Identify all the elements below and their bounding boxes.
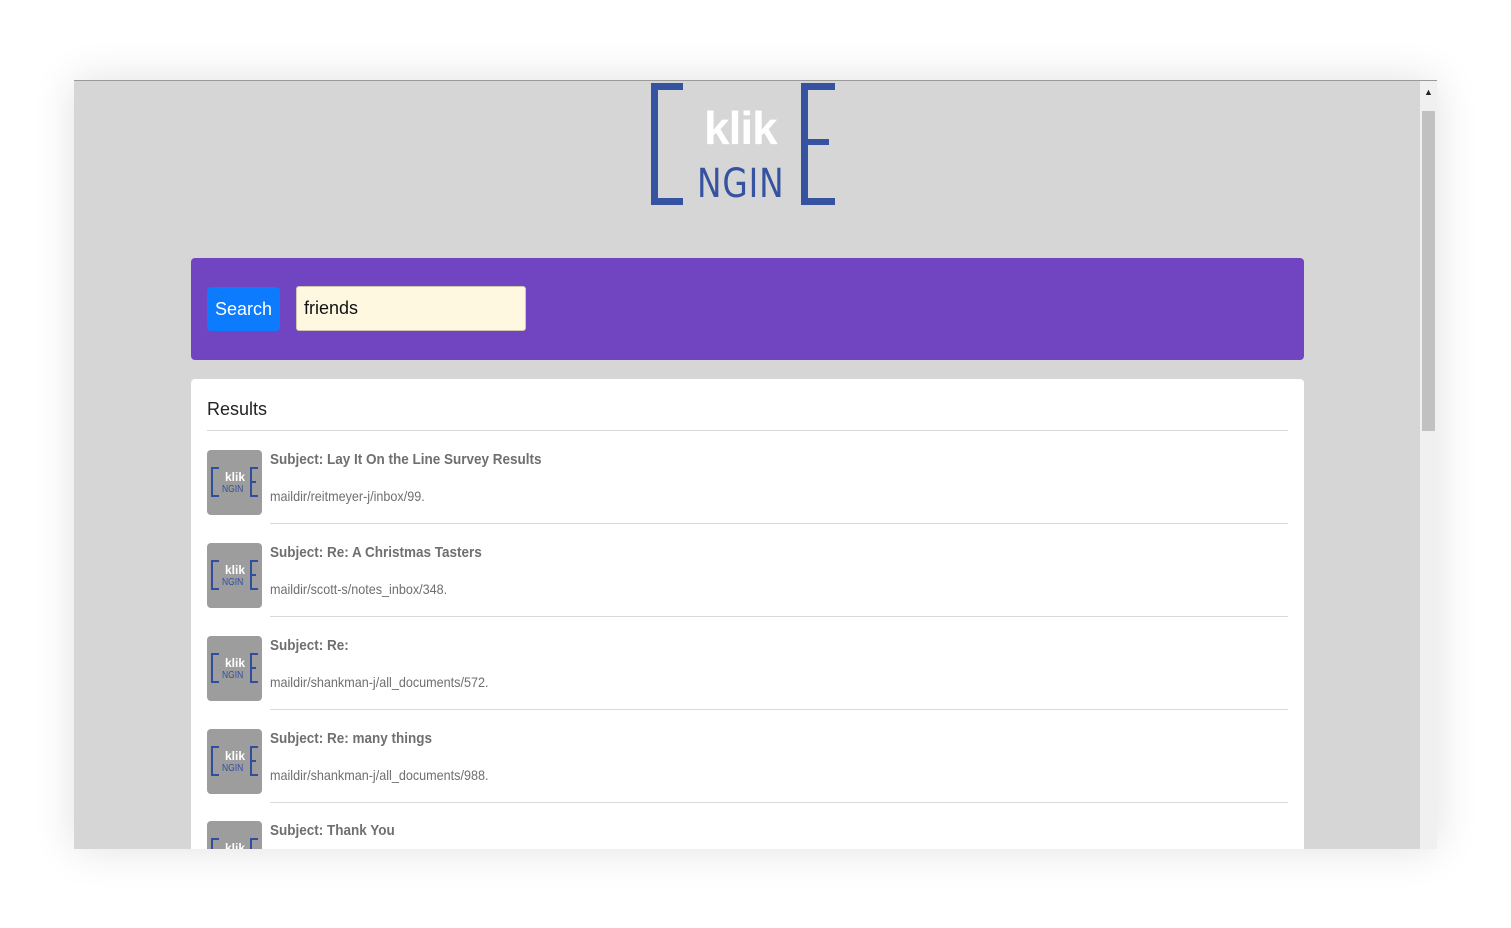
result-thumbnail-icon: klikNGIN — [207, 821, 262, 849]
logo-left-e-icon — [651, 83, 683, 205]
result-item[interactable]: klik NGIN Subject: Re: A Christmas Taster… — [207, 524, 1288, 617]
klik-engine-logo: klik NGIN — [651, 83, 841, 209]
result-path: maildir/reitmeyer-j/inbox/99. — [270, 488, 425, 504]
result-path: maildir/shankman-j/all_documents/988. — [270, 767, 489, 783]
browser-viewport: klik NGIN Search Results klikNGIN Subjec… — [74, 80, 1437, 849]
logo-right-e-icon — [801, 83, 835, 205]
search-input[interactable] — [296, 286, 526, 331]
result-subject[interactable]: Subject: Lay It On the Line Survey Resul… — [270, 451, 542, 468]
result-subject[interactable]: Subject: Re: many things — [270, 730, 432, 747]
search-panel: Search — [191, 258, 1304, 360]
result-item[interactable]: klik NGIN Subject: Re: many things maildi… — [207, 710, 1288, 803]
result-thumbnail-icon: klikNGIN — [207, 450, 262, 515]
results-card: Results klik NGIN Subject: Lay It On the … — [191, 379, 1304, 849]
result-subject[interactable]: Subject: Re: — [270, 637, 349, 654]
vertical-scrollbar[interactable]: ▲ — [1420, 81, 1437, 849]
result-item[interactable]: klik NGIN Subject: Lay It On the Line Sur… — [207, 431, 1288, 524]
scroll-up-arrow-icon[interactable]: ▲ — [1420, 83, 1437, 100]
result-subject[interactable]: Subject: Thank You — [270, 822, 395, 839]
result-subject[interactable]: Subject: Re: A Christmas Tasters — [270, 544, 482, 561]
logo-ngin-text: NGIN — [697, 161, 785, 207]
scroll-thumb[interactable] — [1422, 111, 1435, 431]
result-thumbnail-icon: klikNGIN — [207, 729, 262, 794]
result-thumbnail-icon: klikNGIN — [207, 636, 262, 701]
logo-klik-text: klik — [704, 102, 778, 154]
result-path: maildir/scott-s/notes_inbox/348. — [270, 581, 448, 597]
search-button[interactable]: Search — [207, 287, 280, 331]
result-path: maildir/shankman-j/all_documents/572. — [270, 674, 489, 690]
result-item[interactable]: klikNGIN Subject: Thank You — [207, 802, 1288, 849]
result-thumbnail-icon: klikNGIN — [207, 543, 262, 608]
results-heading: Results — [207, 399, 268, 419]
result-item[interactable]: klik NGIN Subject: Re: maildir/shankman-j… — [207, 617, 1288, 710]
